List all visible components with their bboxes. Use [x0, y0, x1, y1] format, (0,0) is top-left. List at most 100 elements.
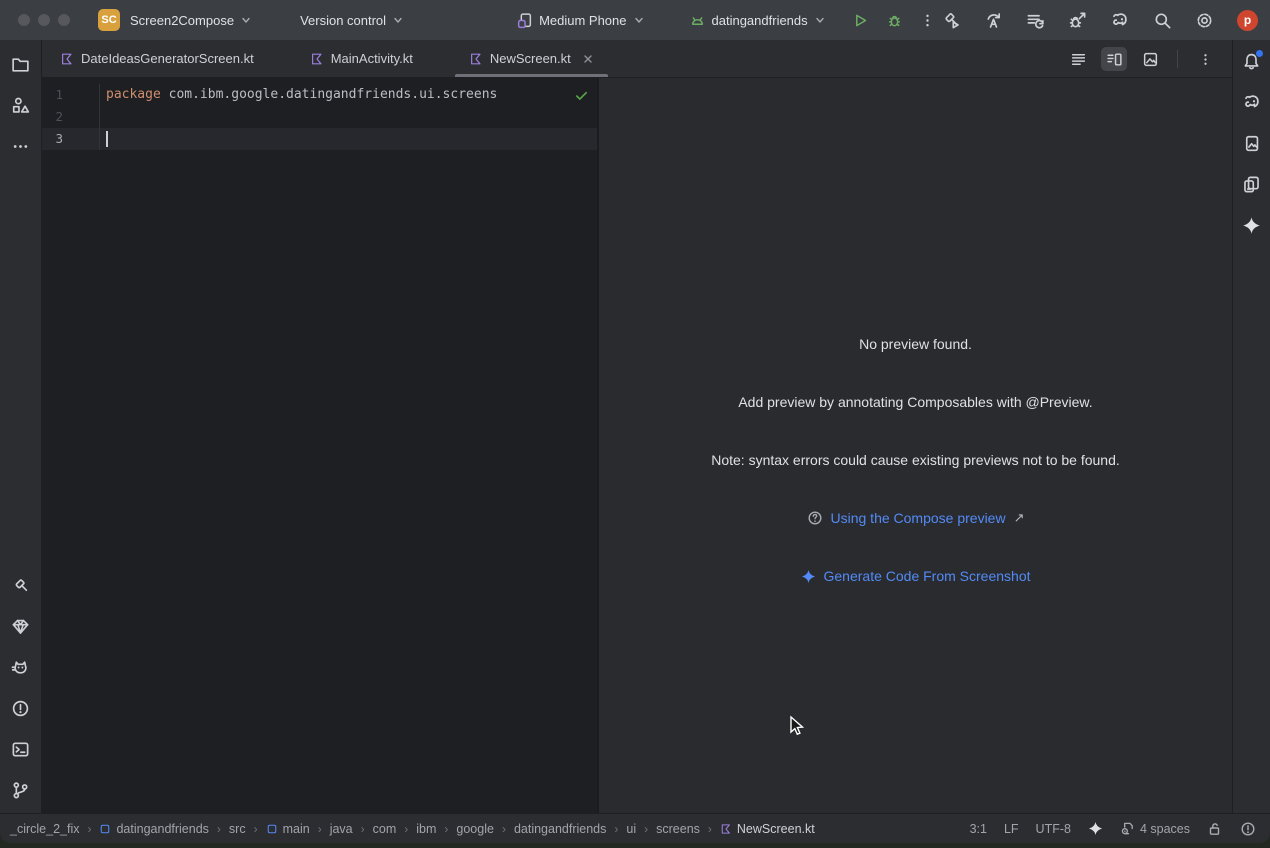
chevron-down-icon	[814, 14, 826, 26]
gradle-sync-button[interactable]	[1110, 10, 1130, 30]
ai-sparkle-status-icon[interactable]	[1088, 821, 1103, 836]
breadcrumb-item[interactable]: _circle_2_fix	[10, 822, 79, 836]
breadcrumb-item[interactable]: src	[229, 822, 246, 836]
breadcrumb-item[interactable]: NewScreen.kt	[720, 822, 815, 836]
gradle-tool-button[interactable]	[1239, 89, 1265, 115]
version-control-menu[interactable]: Version control	[300, 13, 404, 28]
debug-button[interactable]	[886, 12, 903, 29]
hammer-icon	[11, 576, 30, 595]
project-tool-button[interactable]	[8, 51, 34, 77]
split-view-icon	[1106, 51, 1123, 68]
breadcrumb-item[interactable]: ui	[626, 822, 636, 836]
right-tool-window-bar	[1232, 40, 1270, 813]
code-line-current[interactable]: 3	[42, 128, 597, 150]
user-avatar[interactable]: p	[1237, 10, 1258, 31]
breadcrumb-item[interactable]: datingandfriends	[514, 822, 606, 836]
device-manager-icon	[1242, 175, 1261, 194]
code-text: package com.ibm.google.datingandfriends.…	[100, 84, 497, 106]
folder-icon	[11, 55, 30, 74]
android-icon	[689, 12, 706, 29]
tab-label: MainActivity.kt	[331, 51, 413, 66]
build-tool-button[interactable]	[8, 572, 34, 598]
more-tool-windows-button[interactable]	[8, 133, 34, 159]
gradle-elephant-icon	[1242, 92, 1262, 112]
tab-newscreen[interactable]: NewScreen.kt	[453, 40, 610, 77]
alert-circle-icon	[11, 699, 30, 718]
apply-changes-button[interactable]	[984, 11, 1003, 30]
search-everywhere-button[interactable]	[1153, 11, 1172, 30]
device-selector-label: Medium Phone	[539, 13, 626, 28]
apply-code-changes-button[interactable]	[1026, 11, 1045, 30]
tab-dateideasgeneratorscreen[interactable]: DateIdeasGeneratorScreen.kt	[44, 40, 270, 77]
gemini-sparkle-tool-button[interactable]	[1239, 212, 1265, 238]
problems-tool-button[interactable]	[8, 695, 34, 721]
running-devices-tool-button[interactable]	[1239, 130, 1265, 156]
notifications-button[interactable]	[1239, 48, 1265, 74]
line-number: 3	[42, 128, 100, 150]
docs-link-label: Using the Compose preview	[831, 510, 1006, 526]
external-link-icon: ↗	[1014, 510, 1025, 526]
breadcrumb-separator: ›	[87, 822, 91, 836]
code-line[interactable]: 1 package com.ibm.google.datingandfriend…	[42, 84, 597, 106]
tab-mainactivity[interactable]: MainActivity.kt	[294, 40, 429, 77]
window-minimize-button[interactable]	[38, 14, 50, 26]
gemini-tool-button[interactable]	[8, 613, 34, 639]
breadcrumb-item[interactable]: main	[266, 822, 310, 836]
editor-options-button[interactable]	[1192, 47, 1218, 71]
more-horizontal-icon	[12, 138, 29, 155]
status-info-icon[interactable]	[1240, 821, 1256, 837]
project-menu-label: Screen2Compose	[130, 13, 234, 28]
window-zoom-button[interactable]	[58, 14, 70, 26]
preview-message-add-preview: Add preview by annotating Composables wi…	[738, 394, 1092, 410]
run-configuration-selector[interactable]: datingandfriends	[689, 12, 826, 29]
cat-icon	[11, 658, 30, 677]
line-number: 2	[42, 106, 100, 128]
code-line[interactable]: 2	[42, 106, 597, 128]
tab-label: NewScreen.kt	[490, 51, 571, 66]
git-branch-icon	[11, 781, 30, 800]
terminal-tool-button[interactable]	[8, 736, 34, 762]
breadcrumb-item[interactable]: com	[373, 822, 397, 836]
tab-label: DateIdeasGeneratorScreen.kt	[81, 51, 254, 66]
breadcrumb-item[interactable]: datingandfriends	[99, 822, 208, 836]
close-tab-icon[interactable]	[582, 53, 594, 65]
more-actions-button[interactable]	[920, 13, 935, 28]
breadcrumb-separator: ›	[444, 822, 448, 836]
breadcrumb-separator: ›	[404, 822, 408, 836]
sparkle-icon	[801, 569, 816, 584]
split-view-button[interactable]	[1101, 47, 1127, 71]
preview-message-note: Note: syntax errors could cause existing…	[711, 452, 1120, 468]
keyword-token: package	[106, 87, 161, 102]
window-close-button[interactable]	[18, 14, 30, 26]
settings-button[interactable]	[1195, 11, 1214, 30]
code-editor[interactable]: 1 package com.ibm.google.datingandfriend…	[42, 78, 597, 813]
build-project-button[interactable]	[942, 11, 961, 30]
device-manager-tool-button[interactable]	[1239, 171, 1265, 197]
module-icon	[99, 823, 111, 835]
breadcrumb-separator: ›	[254, 822, 258, 836]
device-selector[interactable]: Medium Phone	[516, 12, 644, 29]
breadcrumb-separator: ›	[217, 822, 221, 836]
breadcrumb-item[interactable]: ibm	[416, 822, 436, 836]
breadcrumb-item[interactable]: screens	[656, 822, 700, 836]
version-control-tool-button[interactable]	[8, 777, 34, 803]
design-view-button[interactable]	[1137, 47, 1163, 71]
logcat-tool-button[interactable]	[8, 654, 34, 680]
structure-tool-button[interactable]	[8, 92, 34, 118]
project-menu[interactable]: Screen2Compose	[130, 13, 252, 28]
write-access-lock-icon[interactable]	[1207, 821, 1223, 837]
breadcrumb-item[interactable]: java	[330, 822, 353, 836]
compose-preview-panel: No preview found. Add preview by annotat…	[597, 78, 1232, 813]
caret-position-widget[interactable]: 3:1	[970, 822, 987, 836]
gem-icon	[11, 617, 30, 636]
generate-code-from-screenshot-link[interactable]: Generate Code From Screenshot	[801, 568, 1031, 584]
indent-widget[interactable]: 4 spaces	[1120, 821, 1190, 836]
line-separator-widget[interactable]: LF	[1004, 822, 1019, 836]
breadcrumb-item[interactable]: google	[456, 822, 494, 836]
encoding-widget[interactable]: UTF-8	[1036, 822, 1071, 836]
inspections-ok-icon[interactable]	[574, 88, 589, 103]
run-button[interactable]	[852, 12, 869, 29]
compose-preview-docs-link[interactable]: Using the Compose preview ↗	[807, 510, 1025, 526]
code-view-button[interactable]	[1065, 47, 1091, 71]
attach-debugger-button[interactable]	[1068, 11, 1087, 30]
